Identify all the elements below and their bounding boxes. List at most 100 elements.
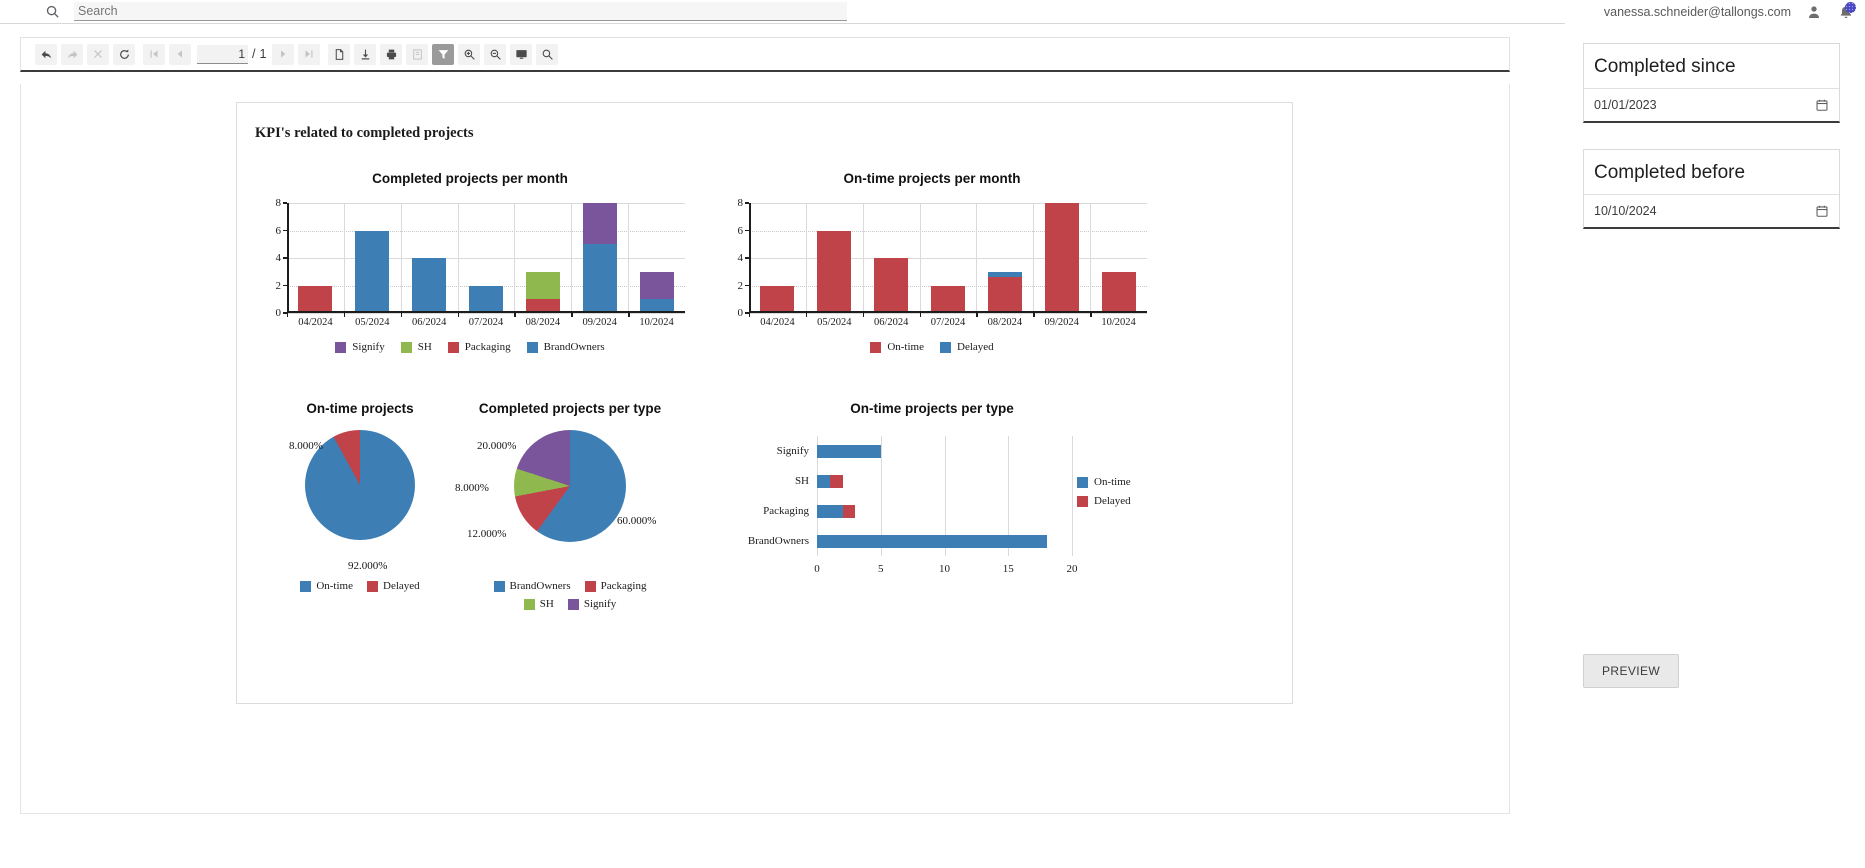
bar-group <box>1090 203 1147 317</box>
stacked-bar[interactable] <box>639 271 674 313</box>
legend-item: Packaging <box>447 341 511 353</box>
stacked-bar[interactable] <box>760 285 795 313</box>
bell-icon[interactable] <box>1837 1 1856 21</box>
pie-chart <box>514 430 626 542</box>
forward-button[interactable] <box>61 43 83 65</box>
refresh-button[interactable] <box>113 43 135 65</box>
stacked-bar[interactable] <box>1101 271 1136 313</box>
bar-segment[interactable] <box>298 285 333 313</box>
print-button[interactable] <box>380 43 403 65</box>
bar-segment[interactable] <box>817 504 843 518</box>
download-icon[interactable] <box>354 43 377 65</box>
bar-segment[interactable] <box>842 504 856 518</box>
stacked-bar[interactable] <box>298 285 333 313</box>
legend-swatch <box>447 341 459 353</box>
bar-segment[interactable] <box>412 258 447 313</box>
legend-item: Signify <box>567 598 616 610</box>
y-axis-tick: 6 <box>275 224 282 237</box>
x-tick-mark <box>976 313 978 317</box>
y-axis-tick: Signify <box>776 445 809 457</box>
x-axis <box>749 311 1147 313</box>
previous-page-button[interactable] <box>169 43 191 65</box>
zoom-in-icon[interactable] <box>458 43 481 65</box>
bar-segment[interactable] <box>639 271 674 300</box>
stacked-bar[interactable] <box>469 285 503 313</box>
bar-segment[interactable] <box>829 474 843 488</box>
bar-segment[interactable] <box>469 285 503 313</box>
page-number-input[interactable] <box>197 44 248 64</box>
legend-label: SH <box>539 598 554 610</box>
search-input[interactable] <box>74 2 847 21</box>
find-icon[interactable] <box>536 43 559 65</box>
bar-segment[interactable] <box>874 258 909 313</box>
bar-group <box>400 203 458 317</box>
completed-since-field[interactable]: 01/01/2023 <box>1584 88 1839 121</box>
completed-since-card: Completed since 01/01/2023 <box>1583 43 1840 123</box>
bar-segment[interactable] <box>987 277 1022 313</box>
legend-swatch <box>335 341 347 353</box>
legend-item: Signify <box>335 341 385 353</box>
stacked-bar[interactable] <box>987 271 1022 313</box>
pie-slice-label: 60.000% <box>617 515 657 527</box>
stacked-bar[interactable] <box>1044 203 1079 313</box>
calendar-icon[interactable] <box>1815 204 1829 218</box>
bar-segment[interactable] <box>817 474 830 488</box>
person-icon[interactable] <box>1805 3 1823 21</box>
stacked-bar[interactable] <box>931 285 965 313</box>
stacked-bar[interactable] <box>355 230 390 313</box>
y-axis <box>749 203 751 313</box>
panel-expand-arrow-icon[interactable] <box>1509 474 1510 484</box>
x-axis-tick: 08/2024 <box>525 317 561 328</box>
x-tick-mark <box>749 313 751 317</box>
stacked-bar[interactable] <box>582 203 617 313</box>
chart-on-time-projects-per-month: On-time projects per month 0 2 4 6 8 04/2024… <box>717 171 1147 353</box>
page-navigation: / 1 <box>197 44 266 64</box>
legend-swatch <box>870 341 882 353</box>
bar-segment[interactable] <box>355 230 390 313</box>
legend-swatch <box>526 341 538 353</box>
stacked-bar[interactable] <box>525 271 560 313</box>
y-axis-tick: 2 <box>737 279 744 292</box>
bar-segment[interactable] <box>931 285 965 313</box>
bar-segment[interactable] <box>760 285 795 313</box>
pie-slice-label: 12.000% <box>467 528 507 540</box>
x-tick-mark <box>343 313 346 317</box>
bar-segment[interactable] <box>817 534 1047 548</box>
zoom-out-icon[interactable] <box>484 43 507 65</box>
first-page-button[interactable] <box>143 43 165 65</box>
y-axis-tick: 0 <box>275 307 282 319</box>
calendar-icon[interactable] <box>1815 98 1829 112</box>
toc-button[interactable] <box>406 43 429 65</box>
legend-item: BrandOwners <box>493 580 571 592</box>
funnel-icon[interactable] <box>432 43 455 65</box>
back-button[interactable] <box>35 43 57 65</box>
bar-segment[interactable] <box>582 244 617 313</box>
monitor-icon[interactable] <box>510 43 533 65</box>
chart-on-time-projects-per-type: On-time projects per type 0 5 10 15 20 Signif… <box>717 401 1147 575</box>
completed-before-field[interactable]: 10/10/2024 <box>1584 194 1839 227</box>
bar-segment[interactable] <box>525 271 560 300</box>
preview-button[interactable]: PREVIEW <box>1583 654 1680 688</box>
legend-item: SH <box>400 341 432 353</box>
stacked-bar[interactable] <box>874 258 909 313</box>
bar-group <box>817 504 856 518</box>
bar-segment[interactable] <box>1101 271 1136 313</box>
legend-label: On-time <box>887 341 924 353</box>
y-axis <box>287 203 289 313</box>
bar-segment[interactable] <box>1044 203 1079 313</box>
stacked-bar[interactable] <box>412 258 447 313</box>
legend-swatch <box>367 580 378 592</box>
bar-segment[interactable] <box>817 444 881 458</box>
search-icon[interactable] <box>42 2 62 22</box>
last-page-button[interactable] <box>298 43 321 65</box>
stacked-bar[interactable] <box>817 230 852 313</box>
stop-button[interactable] <box>87 43 109 65</box>
next-page-button[interactable] <box>272 43 295 65</box>
legend-item: On-time <box>300 580 353 592</box>
notification-badge <box>1845 1 1856 13</box>
gridline <box>1072 436 1073 556</box>
new-document-button[interactable] <box>328 43 351 65</box>
bar-segment[interactable] <box>582 203 617 245</box>
bar-segment[interactable] <box>817 230 852 313</box>
legend-label: SH <box>417 341 432 353</box>
